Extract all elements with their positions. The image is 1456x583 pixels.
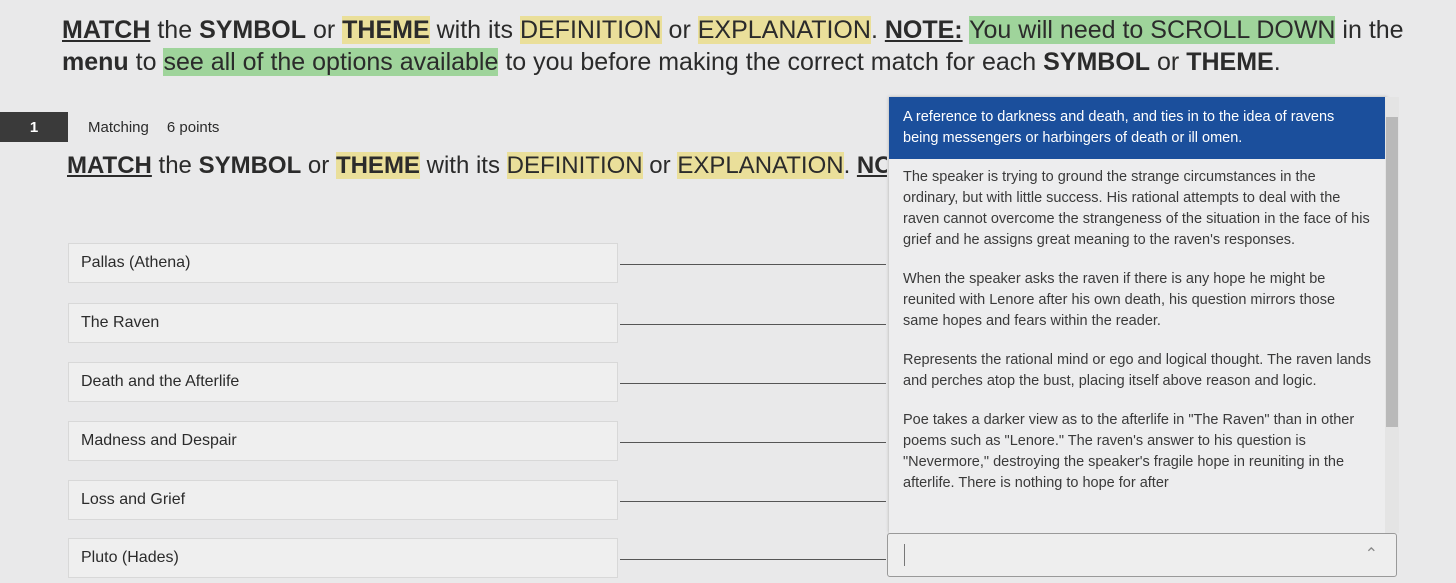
instruction-segment: . (843, 152, 857, 179)
question-header: 1 Matching 6 points (0, 112, 880, 142)
menu-option[interactable]: A reference to darkness and death, and t… (889, 97, 1387, 159)
match-item: Death and the Afterlife (68, 362, 618, 402)
instruction-segment: DEFINITION (506, 152, 643, 179)
instruction-segment: or (642, 152, 678, 179)
answer-line (620, 442, 886, 443)
options-dropdown-menu[interactable]: A reference to darkness and death, and t… (889, 97, 1387, 533)
instruction-segment: THEME (335, 152, 420, 179)
instruction-segment: the (151, 152, 199, 179)
answer-line (620, 501, 886, 502)
instruction-segment: menu (62, 48, 129, 76)
match-item: Pluto (Hades) (68, 538, 618, 578)
instruction-segment: with its (419, 152, 507, 179)
instruction-segment: or (661, 16, 698, 44)
answer-line (620, 264, 886, 265)
menu-option[interactable]: When the speaker asks the raven if there… (889, 261, 1387, 342)
instructions-header: MATCH the SYMBOL or THEME with its DEFIN… (62, 14, 1452, 78)
instruction-segment: or (1150, 48, 1187, 76)
menu-option[interactable]: Poe takes a darker view as to the afterl… (889, 402, 1387, 504)
answer-line (620, 383, 886, 384)
instruction-segment: to (128, 48, 164, 76)
instruction-segment: SYMBOL (199, 16, 307, 44)
text-caret (904, 544, 905, 566)
menu-option[interactable]: The speaker is trying to ground the stra… (889, 159, 1387, 261)
instruction-segment: DEFINITION (519, 16, 662, 44)
answer-select[interactable]: ⌃ (887, 533, 1397, 577)
instruction-segment: or (301, 152, 336, 179)
menu-option[interactable]: Represents the rational mind or ego and … (889, 342, 1387, 402)
match-item: Loss and Grief (68, 480, 618, 520)
question-instructions: MATCH the SYMBOL or THEME with its DEFIN… (67, 150, 887, 182)
scrollbar-thumb[interactable] (1386, 117, 1398, 427)
instruction-segment: You will need to SCROLL DOWN (969, 16, 1336, 44)
instruction-segment: SYMBOL (1043, 48, 1151, 76)
instruction-segment: NOTE: (856, 152, 887, 179)
match-item: The Raven (68, 303, 618, 343)
match-item: Pallas (Athena) (68, 243, 618, 283)
question-number: 1 (0, 112, 68, 142)
instruction-segment: NOTE: (884, 16, 963, 44)
instruction-segment: see all of the options available (163, 48, 499, 76)
instruction-segment: EXPLANATION (697, 16, 871, 44)
instruction-segment: EXPLANATION (677, 152, 844, 179)
instruction-segment: SYMBOL (198, 152, 302, 179)
instruction-segment: . (870, 16, 885, 44)
instruction-segment: or (306, 16, 343, 44)
question-points: 6 points (166, 118, 220, 136)
answer-line (620, 324, 886, 325)
instruction-segment: the (150, 16, 200, 44)
instruction-segment: THEME (342, 16, 430, 44)
instruction-segment: in the (1335, 16, 1404, 44)
answer-line (620, 559, 886, 560)
menu-scrollbar[interactable] (1385, 97, 1399, 533)
chevron-up-icon: ⌃ (1364, 546, 1378, 563)
match-item: Madness and Despair (68, 421, 618, 461)
instruction-segment: with its (429, 16, 520, 44)
instruction-segment: THEME (1186, 48, 1274, 76)
instruction-segment: MATCH (62, 16, 151, 44)
instruction-segment: MATCH (67, 152, 152, 179)
instruction-segment: . (1273, 48, 1281, 76)
instruction-segment: to you before making the correct match f… (498, 48, 1044, 76)
question-type: Matching (88, 118, 149, 136)
